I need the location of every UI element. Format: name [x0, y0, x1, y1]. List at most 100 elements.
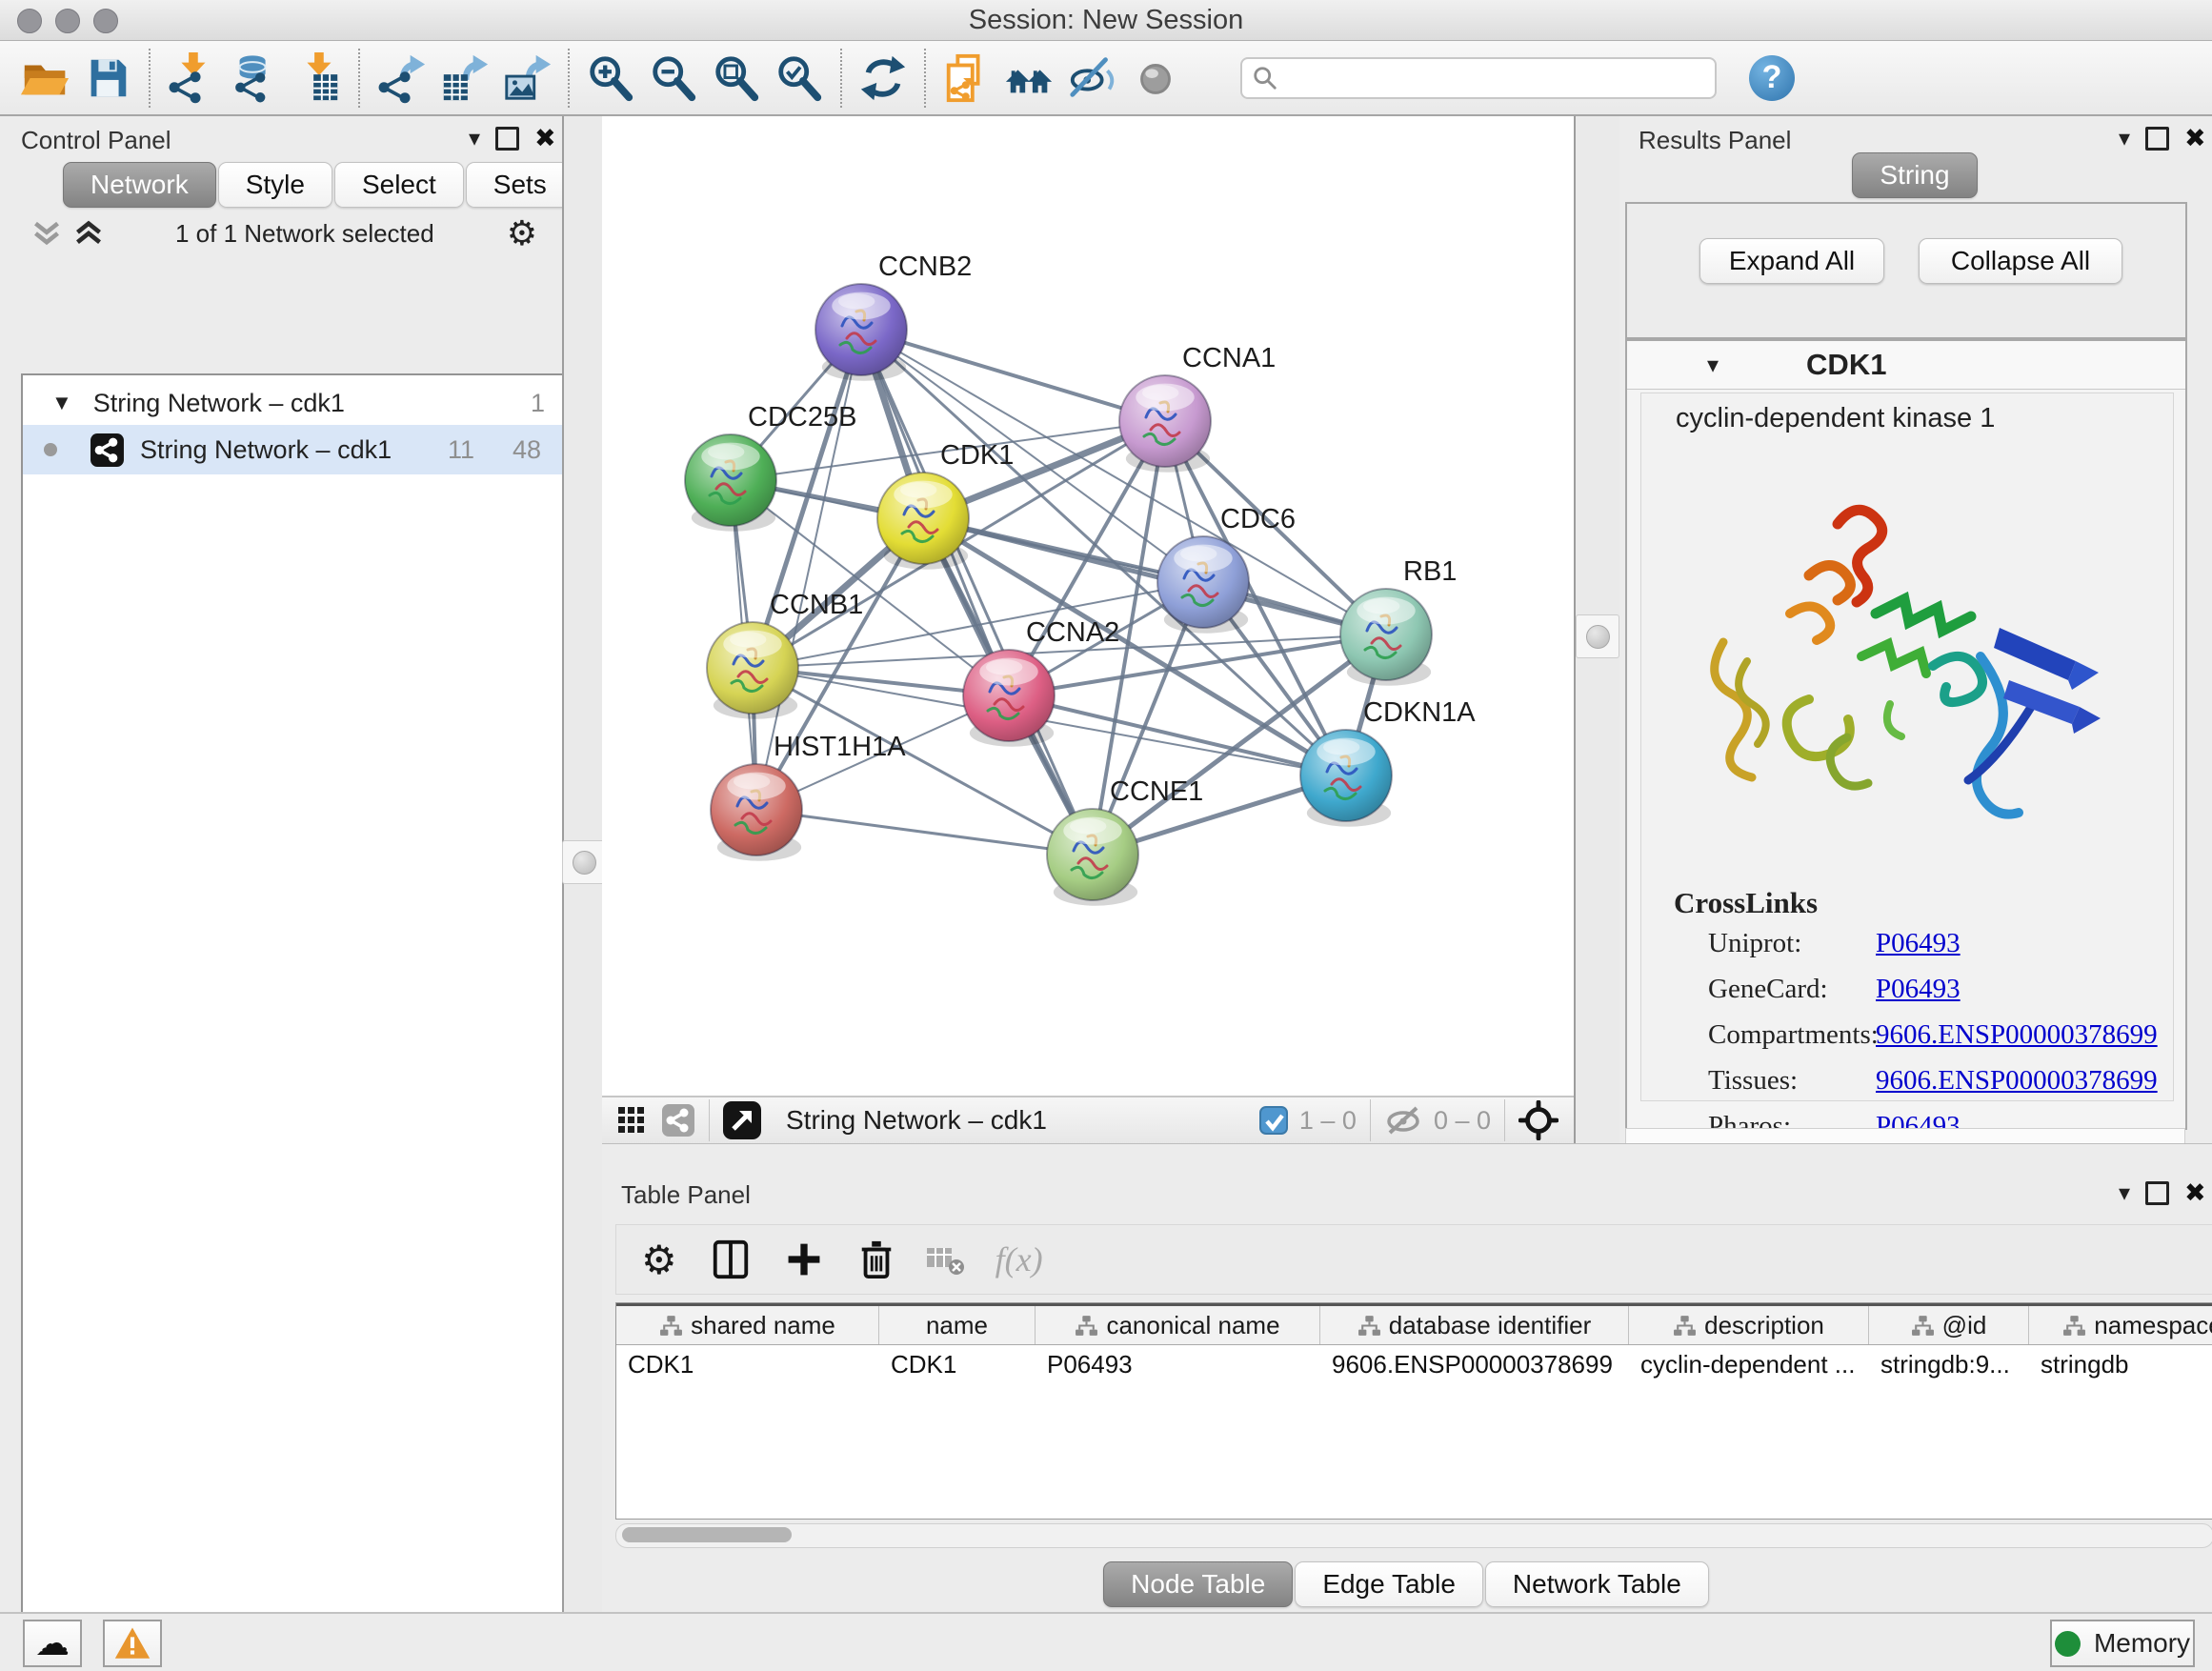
hidden-eye-icon[interactable]: [1384, 1104, 1422, 1137]
uniprot-link[interactable]: P06493: [1876, 928, 1961, 959]
tab-edge-table[interactable]: Edge Table: [1295, 1561, 1483, 1607]
right-splitter-handle[interactable]: [1576, 614, 1619, 658]
create-column-plus-icon[interactable]: [784, 1239, 824, 1279]
network-node-CCNA1[interactable]: CCNA1: [1119, 343, 1276, 473]
table-cell[interactable]: CDK1: [616, 1345, 879, 1383]
network-edge-CCNB2-CCNA1[interactable]: [861, 330, 1165, 421]
tab-string[interactable]: String: [1852, 152, 1977, 198]
search-input[interactable]: [1278, 62, 1682, 93]
show-panel-button[interactable]: [1124, 47, 1187, 110]
left-splitter[interactable]: [562, 116, 605, 1612]
selected-checkbox-icon[interactable]: [1259, 1106, 1288, 1135]
tab-network[interactable]: Network: [63, 162, 216, 208]
gene-section-header[interactable]: ▾ CDK1: [1627, 341, 2185, 390]
right-splitter[interactable]: [1574, 116, 1622, 1143]
import-database-button[interactable]: [223, 47, 286, 110]
table-panel-close-icon[interactable]: ✖: [2184, 1178, 2206, 1208]
table-cell[interactable]: cyclin-dependent ...: [1629, 1345, 1869, 1383]
network-edge-CDK1-RB1[interactable]: [923, 518, 1386, 634]
column-header-namespace[interactable]: namespace: [2029, 1306, 2212, 1344]
table-options-gear-icon[interactable]: ⚙: [641, 1237, 677, 1283]
warnings-button[interactable]: [103, 1620, 162, 1667]
network-node-CCNB2[interactable]: CCNB2: [815, 252, 972, 381]
genecard-link[interactable]: P06493: [1876, 974, 1961, 1005]
open-session-file-button[interactable]: [935, 47, 998, 110]
control-panel-menu-icon[interactable]: ▾: [469, 125, 480, 152]
results-panel-float-icon[interactable]: [2145, 127, 2169, 151]
column-header-name[interactable]: name: [879, 1306, 1036, 1344]
table-cell[interactable]: 9606.ENSP00000378699: [1320, 1345, 1629, 1383]
zoom-out-button[interactable]: [642, 47, 705, 110]
open-folder-button[interactable]: [13, 47, 76, 110]
birds-eye-grid-icon[interactable]: [617, 1106, 646, 1135]
results-panel-close-icon[interactable]: ✖: [2184, 124, 2206, 153]
tab-style[interactable]: Style: [218, 162, 332, 208]
tissues-link[interactable]: 9606.ENSP00000378699: [1876, 1065, 2158, 1097]
tab-select[interactable]: Select: [334, 162, 464, 208]
expand-all-chevron-icon[interactable]: [74, 220, 103, 247]
tree-expand-arrow-icon[interactable]: ▼: [51, 391, 72, 415]
control-panel-close-icon[interactable]: ✖: [534, 124, 556, 153]
table-cell[interactable]: CDK1: [879, 1345, 1036, 1383]
control-panel-float-icon[interactable]: [495, 127, 519, 151]
expand-all-button[interactable]: Expand All: [1699, 238, 1884, 284]
table-row[interactable]: CDK1CDK1P064939606.ENSP00000378699cyclin…: [616, 1345, 2212, 1383]
import-table-button[interactable]: [286, 47, 349, 110]
network-canvas[interactable]: CCNB2CCNA1CDC25BCDK1CDC6RB1CCNB1CCNA2CDK…: [602, 116, 1574, 1096]
table-panel-float-icon[interactable]: [2145, 1181, 2169, 1205]
tab-node-table[interactable]: Node Table: [1103, 1561, 1293, 1607]
zoom-fit-content-button[interactable]: [705, 47, 768, 110]
show-columns-icon[interactable]: [710, 1238, 752, 1280]
left-splitter-handle[interactable]: [562, 840, 606, 884]
network-edge-HIST1H1A-CCNE1[interactable]: [756, 810, 1093, 855]
export-image-button[interactable]: [495, 47, 558, 110]
network-row-selected[interactable]: String Network – cdk1 11 48: [23, 425, 562, 474]
help-button[interactable]: ?: [1749, 55, 1795, 101]
cloud-button[interactable]: ☁: [23, 1620, 82, 1667]
search-box[interactable]: [1240, 57, 1717, 99]
collapse-all-button[interactable]: Collapse All: [1919, 238, 2122, 284]
network-node-HIST1H1A[interactable]: HIST1H1A: [711, 732, 906, 861]
crosshair-icon[interactable]: [1518, 1100, 1558, 1140]
collapse-all-chevron-icon[interactable]: [32, 220, 61, 247]
results-panel-menu-icon[interactable]: ▾: [2119, 125, 2130, 152]
network-node-CDKN1A[interactable]: CDKN1A: [1300, 697, 1476, 827]
export-table-button[interactable]: [432, 47, 495, 110]
table-hscrollbar-thumb[interactable]: [622, 1527, 792, 1542]
refresh-view-button[interactable]: [852, 47, 915, 110]
import-network-button[interactable]: [160, 47, 223, 110]
column-header-id[interactable]: @id: [1869, 1306, 2029, 1344]
tab-network-table[interactable]: Network Table: [1485, 1561, 1709, 1607]
network-node-RB1[interactable]: RB1: [1340, 556, 1457, 686]
save-session-button[interactable]: [76, 47, 139, 110]
column-header-shared-name[interactable]: shared name: [616, 1306, 879, 1344]
gene-collapse-arrow-icon[interactable]: ▾: [1707, 352, 1719, 379]
network-node-CCNB1[interactable]: CCNB1: [707, 590, 863, 719]
zoom-selected-button[interactable]: [768, 47, 831, 110]
network-collection-row[interactable]: ▼ String Network – cdk1 1: [23, 381, 562, 425]
zoom-in-button[interactable]: [579, 47, 642, 110]
compartments-link[interactable]: 9606.ENSP00000378699: [1876, 1019, 2158, 1051]
column-header-description[interactable]: description: [1629, 1306, 1869, 1344]
table-panel-menu-icon[interactable]: ▾: [2119, 1179, 2130, 1207]
column-header-database-identifier[interactable]: database identifier: [1320, 1306, 1629, 1344]
table-cell[interactable]: stringdb: [2029, 1345, 2212, 1383]
table-cell[interactable]: stringdb:9...: [1869, 1345, 2029, 1383]
memory-button[interactable]: Memory: [2050, 1620, 2195, 1667]
home-button[interactable]: [998, 47, 1061, 110]
string-share-icon[interactable]: [661, 1103, 695, 1137]
network-node-CCNE1[interactable]: CCNE1: [1047, 776, 1203, 906]
delete-column-trash-icon[interactable]: [856, 1238, 896, 1281]
tab-sets[interactable]: Sets: [466, 162, 574, 208]
column-header-canonical-name[interactable]: canonical name: [1036, 1306, 1320, 1344]
network-node-CDC6[interactable]: CDC6: [1157, 504, 1296, 634]
hide-panels-button[interactable]: [1061, 47, 1124, 110]
table-cell[interactable]: P06493: [1036, 1345, 1320, 1383]
table-hscrollbar[interactable]: [615, 1523, 2212, 1548]
export-network-button[interactable]: [370, 47, 432, 110]
control-panel-title: Control Panel: [21, 126, 171, 155]
network-node-CDK1[interactable]: CDK1: [877, 440, 1014, 570]
network-edge-CCNB2-CCNE1[interactable]: [861, 330, 1093, 855]
network-options-gear-icon[interactable]: ⚙: [507, 213, 537, 253]
open-in-browser-icon[interactable]: [723, 1101, 761, 1139]
